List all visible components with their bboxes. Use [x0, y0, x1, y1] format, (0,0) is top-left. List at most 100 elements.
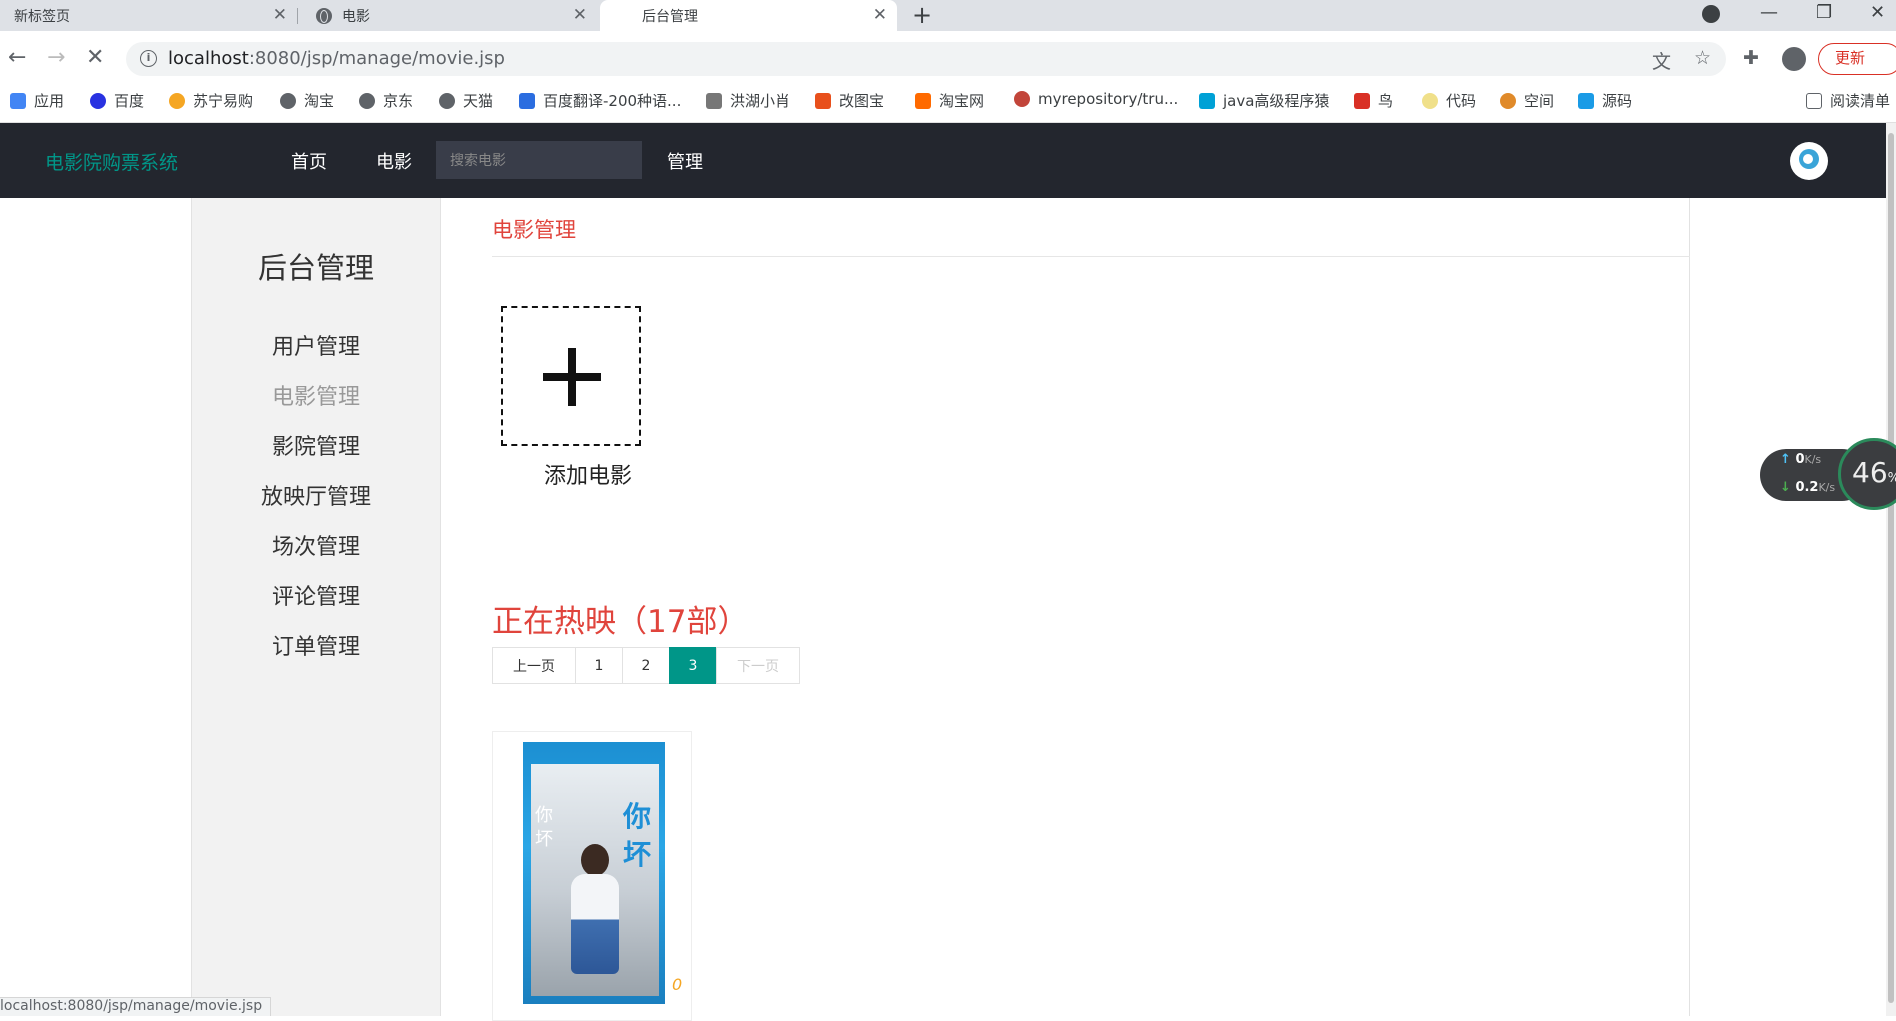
bookmark-label: 应用: [34, 92, 65, 110]
poster-photo: 你坏 你坏: [531, 764, 659, 996]
bookmark-star-icon[interactable]: ☆: [1694, 47, 1711, 69]
nav-manage[interactable]: 管理: [667, 148, 703, 174]
sidebar-item-halls[interactable]: 放映厅管理: [191, 479, 441, 511]
bookmark-label: 改图宝: [839, 92, 885, 110]
bookmark-label: 百度: [114, 92, 145, 110]
bookmark-java[interactable]: java高级程序猿: [1199, 90, 1329, 111]
bookmark-taobao-net[interactable]: 淘宝网: [915, 90, 984, 111]
pagination: 上一页 1 2 3 下一页: [492, 647, 800, 684]
page-button-3[interactable]: 3: [669, 647, 717, 684]
code-icon: [1422, 92, 1438, 109]
bird-icon: [1354, 92, 1370, 109]
movie-rating: 0: [672, 975, 683, 994]
bookmark-suning[interactable]: 苏宁易购: [169, 90, 253, 111]
close-window-icon[interactable]: ✕: [1870, 2, 1885, 23]
page-button-2[interactable]: 2: [622, 647, 670, 684]
globe-icon: [439, 92, 455, 109]
tab-title: 后台管理: [642, 8, 698, 25]
memory-percent: 46%: [1852, 456, 1896, 489]
taobao-icon: [915, 92, 931, 109]
prev-page-button[interactable]: 上一页: [492, 647, 576, 684]
figure-body: [571, 874, 619, 974]
profile-icon[interactable]: [1782, 47, 1806, 71]
space-icon: [1500, 92, 1516, 109]
bookmark-jd[interactable]: 京东: [359, 90, 413, 111]
bookmark-label: 洪湖小肖: [730, 92, 791, 110]
sidebar-item-users[interactable]: 用户管理: [191, 329, 441, 361]
page-button-1[interactable]: 1: [575, 647, 623, 684]
user-avatar[interactable]: [1790, 142, 1828, 180]
url-path: :8080/jsp/manage/movie.jsp: [248, 48, 505, 69]
page-scrollbar[interactable]: [1886, 123, 1896, 1016]
forward-arrow-icon[interactable]: →: [47, 45, 65, 70]
now-showing-title: 正在热映（17部）: [492, 604, 749, 640]
chrome-icon: [1014, 91, 1030, 107]
bookmark-label: 京东: [383, 92, 414, 110]
sidebar-title: 后台管理: [257, 251, 374, 285]
nav-home[interactable]: 首页: [291, 148, 327, 174]
tab-search-icon[interactable]: [1702, 5, 1720, 23]
add-movie-label[interactable]: 添加电影: [544, 458, 632, 490]
sidebar-item-orders[interactable]: 订单管理: [191, 629, 441, 661]
sidebar-item-cinemas[interactable]: 影院管理: [191, 429, 441, 461]
bookmark-baidu-translate[interactable]: 百度翻译-200种语...: [519, 90, 681, 111]
movie-poster[interactable]: 你坏 你坏: [523, 742, 665, 1004]
minimize-icon[interactable]: —: [1760, 2, 1778, 23]
movie-card[interactable]: 你坏 你坏: [492, 731, 692, 1021]
tab-separator: [297, 8, 298, 24]
apps-grid-icon: [10, 92, 26, 109]
tab-movie[interactable]: 电影 ✕: [300, 0, 597, 31]
figure-head: [581, 844, 609, 876]
percent-unit: %: [1888, 471, 1896, 486]
bookmark-honghu[interactable]: 洪湖小肖: [706, 90, 790, 111]
new-tab-plus-icon[interactable]: +: [912, 1, 932, 29]
sidebar-item-comments[interactable]: 评论管理: [191, 579, 441, 611]
sidebar-item-movies[interactable]: 电影管理: [191, 379, 441, 411]
translate-icon[interactable]: 文: [1652, 47, 1671, 74]
reading-list-label: 阅读清单: [1830, 92, 1891, 110]
bookmark-niao[interactable]: 鸟: [1354, 90, 1393, 111]
bookmark-baidu[interactable]: 百度: [90, 90, 144, 111]
site-brand[interactable]: 电影院购票系统: [45, 148, 178, 175]
bookmark-myrepository[interactable]: myrepository/tru...: [1014, 90, 1178, 108]
bookmark-label: 空间: [1524, 92, 1555, 110]
plus-icon: [543, 348, 601, 406]
reading-list-icon: [1806, 92, 1822, 109]
stop-loading-icon[interactable]: ✕: [86, 45, 104, 70]
bookmark-source[interactable]: 源码: [1578, 90, 1632, 111]
status-bar-url: localhost:8080/jsp/manage/movie.jsp: [0, 997, 272, 1016]
section-title: 电影管理: [492, 218, 576, 242]
add-movie-button[interactable]: [501, 306, 641, 446]
nav-movies[interactable]: 电影: [376, 148, 412, 174]
bookmark-label: 苏宁易购: [193, 92, 254, 110]
extensions-puzzle-icon[interactable]: ✚: [1743, 47, 1759, 69]
tab-new-tab[interactable]: 新标签页 ✕: [0, 0, 298, 31]
translate-icon: [519, 92, 535, 109]
info-icon[interactable]: i: [140, 50, 157, 67]
restore-icon[interactable]: ❐: [1816, 2, 1832, 23]
reading-list[interactable]: 阅读清单: [1806, 90, 1890, 111]
update-button[interactable]: 更新: [1818, 43, 1896, 75]
scrollbar-thumb[interactable]: [1888, 133, 1894, 1003]
bookmark-tmall[interactable]: 天猫: [439, 90, 493, 111]
close-icon[interactable]: ✕: [573, 5, 587, 25]
tab-admin[interactable]: 后台管理 ✕: [600, 0, 897, 31]
sidebar-item-screenings[interactable]: 场次管理: [191, 529, 441, 561]
close-icon[interactable]: ✕: [273, 5, 287, 25]
url-text[interactable]: localhost:8080/jsp/manage/movie.jsp: [168, 48, 505, 69]
bookmark-label: 天猫: [463, 92, 494, 110]
upload-unit: K/s: [1804, 453, 1822, 466]
movie-search-input[interactable]: [436, 141, 642, 179]
close-icon[interactable]: ✕: [873, 5, 887, 25]
back-arrow-icon[interactable]: ←: [8, 45, 26, 70]
gaitubao-icon: [815, 92, 831, 109]
upload-speed: ↑ 0K/s: [1780, 452, 1822, 467]
bookmark-apps[interactable]: 应用: [10, 90, 64, 111]
bookmark-space[interactable]: 空间: [1500, 90, 1554, 111]
bookmark-gaitubao[interactable]: 改图宝: [815, 90, 884, 111]
bookmark-taobao[interactable]: 淘宝: [280, 90, 334, 111]
section-divider: [492, 256, 1690, 257]
bookmark-label: 淘宝: [304, 92, 335, 110]
bookmark-code[interactable]: 代码: [1422, 90, 1476, 111]
bookmark-label: 源码: [1602, 92, 1633, 110]
